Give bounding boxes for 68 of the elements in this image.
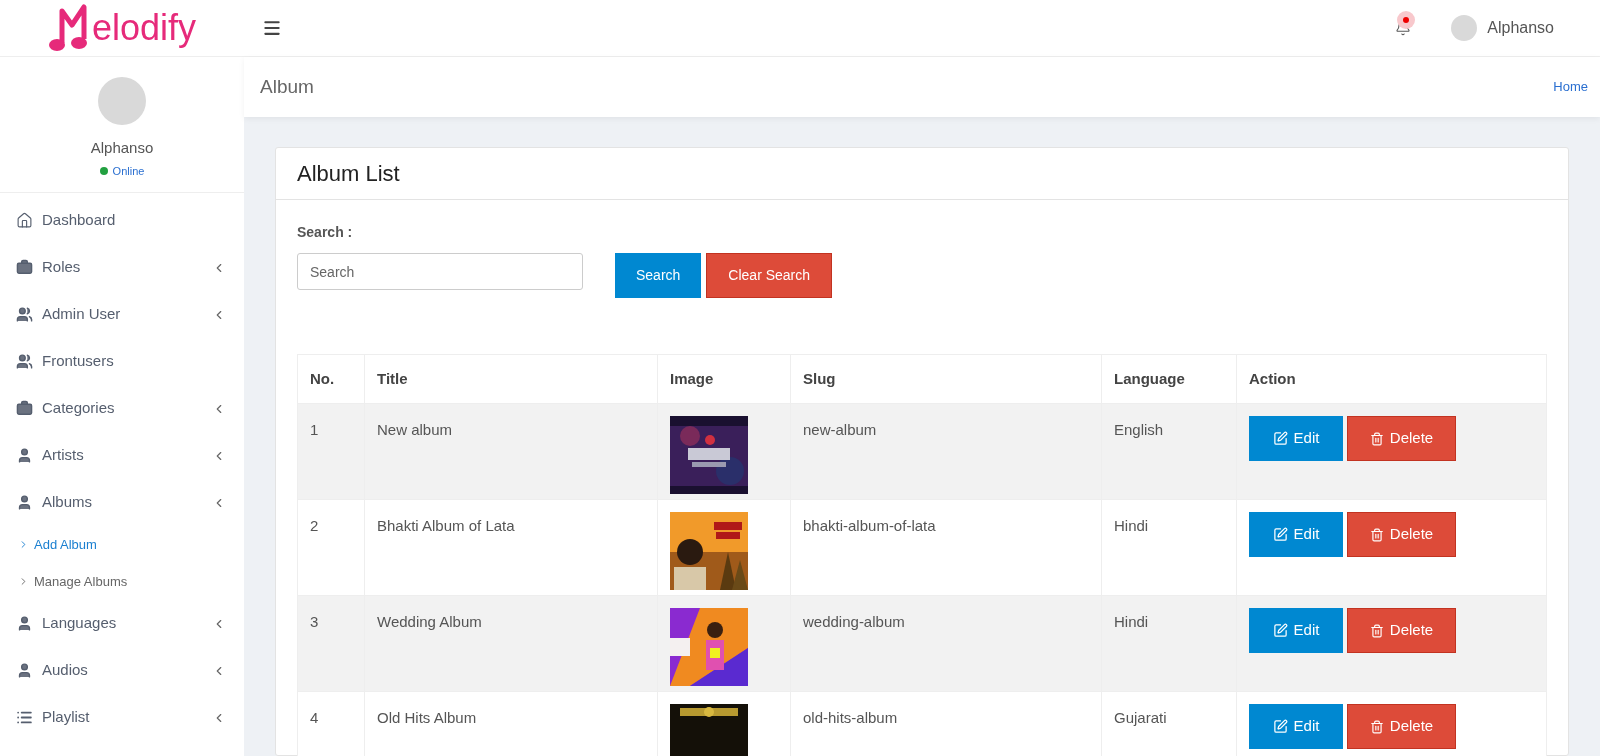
- delete-button[interactable]: Delete: [1347, 416, 1456, 461]
- submenu-item[interactable]: Manage Albums: [0, 563, 244, 600]
- table-cell: 2: [310, 517, 319, 534]
- table-cell: New album: [377, 421, 453, 438]
- sidebar-item[interactable]: Artists: [0, 432, 244, 479]
- delete-button[interactable]: Delete: [1347, 704, 1456, 749]
- clear-search-button[interactable]: Clear Search: [706, 253, 833, 298]
- search-field[interactable]: Search: [297, 253, 583, 290]
- column-header: No.: [309, 368, 336, 389]
- profile-name: Alphanso: [90, 138, 154, 158]
- edit-icon: [1272, 719, 1288, 734]
- card-title: Album List: [297, 160, 400, 188]
- edit-icon: [1272, 431, 1288, 446]
- sidebar-item[interactable]: Admin User: [0, 291, 244, 338]
- logo-text: elodify: [91, 10, 197, 46]
- briefcase-icon: [16, 400, 33, 417]
- user-name[interactable]: Alphanso: [1487, 16, 1554, 40]
- sidebar-item[interactable]: Playlist: [0, 694, 244, 741]
- breadcrumb-link[interactable]: Home: [1553, 77, 1588, 97]
- table-cell: bhakti-album-of-lata: [803, 517, 936, 534]
- edit-icon: [1272, 527, 1288, 542]
- table-cell: wedding-album: [803, 613, 905, 630]
- trash-icon: [1369, 719, 1384, 734]
- edit-button[interactable]: Edit: [1249, 608, 1343, 653]
- status-text: Online: [112, 163, 145, 179]
- table-cell: Hindi: [1114, 517, 1149, 534]
- person-icon: [16, 447, 33, 464]
- users-icon: [16, 306, 33, 323]
- trash-icon: [1369, 431, 1384, 446]
- sidebar-item[interactable]: Languages: [0, 600, 244, 647]
- table-cell: Hindi: [1114, 613, 1149, 630]
- sidebar-item[interactable]: Categories: [0, 385, 244, 432]
- sidebar-item[interactable]: Audios: [0, 647, 244, 694]
- table-cell: old-hits-album: [803, 709, 898, 726]
- search-button[interactable]: Search: [615, 253, 702, 298]
- table-cell: 1: [310, 421, 319, 438]
- person-icon: [16, 615, 33, 632]
- sidebar-item[interactable]: Albums: [0, 479, 244, 526]
- briefcase-icon: [16, 259, 33, 276]
- trash-icon: [1369, 623, 1384, 638]
- delete-button[interactable]: Delete: [1347, 608, 1456, 653]
- trash-icon: [1369, 527, 1384, 542]
- table-cell: Gujarati: [1114, 709, 1167, 726]
- home-icon: [16, 212, 33, 229]
- edit-button[interactable]: Edit: [1249, 704, 1343, 749]
- list-icon: [16, 709, 33, 726]
- sidebar-item[interactable]: Roles: [0, 244, 244, 291]
- sidebar-item[interactable]: Frontusers: [0, 338, 244, 385]
- sidebar-item[interactable]: Dashboard: [0, 197, 244, 244]
- delete-button[interactable]: Delete: [1347, 512, 1456, 557]
- submenu-item[interactable]: Add Album: [0, 526, 244, 563]
- table-cell: Wedding Album: [377, 613, 482, 630]
- edit-button[interactable]: Edit: [1249, 416, 1343, 461]
- edit-icon: [1272, 623, 1288, 638]
- search-label: Search :: [297, 223, 354, 242]
- person-icon: [16, 494, 33, 511]
- table-cell: 3: [310, 613, 319, 630]
- edit-button[interactable]: Edit: [1249, 512, 1343, 557]
- table-cell: Bhakti Album of Lata: [377, 517, 515, 534]
- page-title: Album: [260, 74, 314, 99]
- users-icon: [16, 353, 33, 370]
- table-cell: 4: [310, 709, 319, 726]
- table-cell: new-album: [803, 421, 877, 438]
- table-cell: Old Hits Album: [377, 709, 477, 726]
- menu-icon[interactable]: [262, 18, 282, 38]
- person-icon: [16, 662, 33, 679]
- profile-avatar: [98, 77, 146, 125]
- table-cell: English: [1114, 421, 1164, 438]
